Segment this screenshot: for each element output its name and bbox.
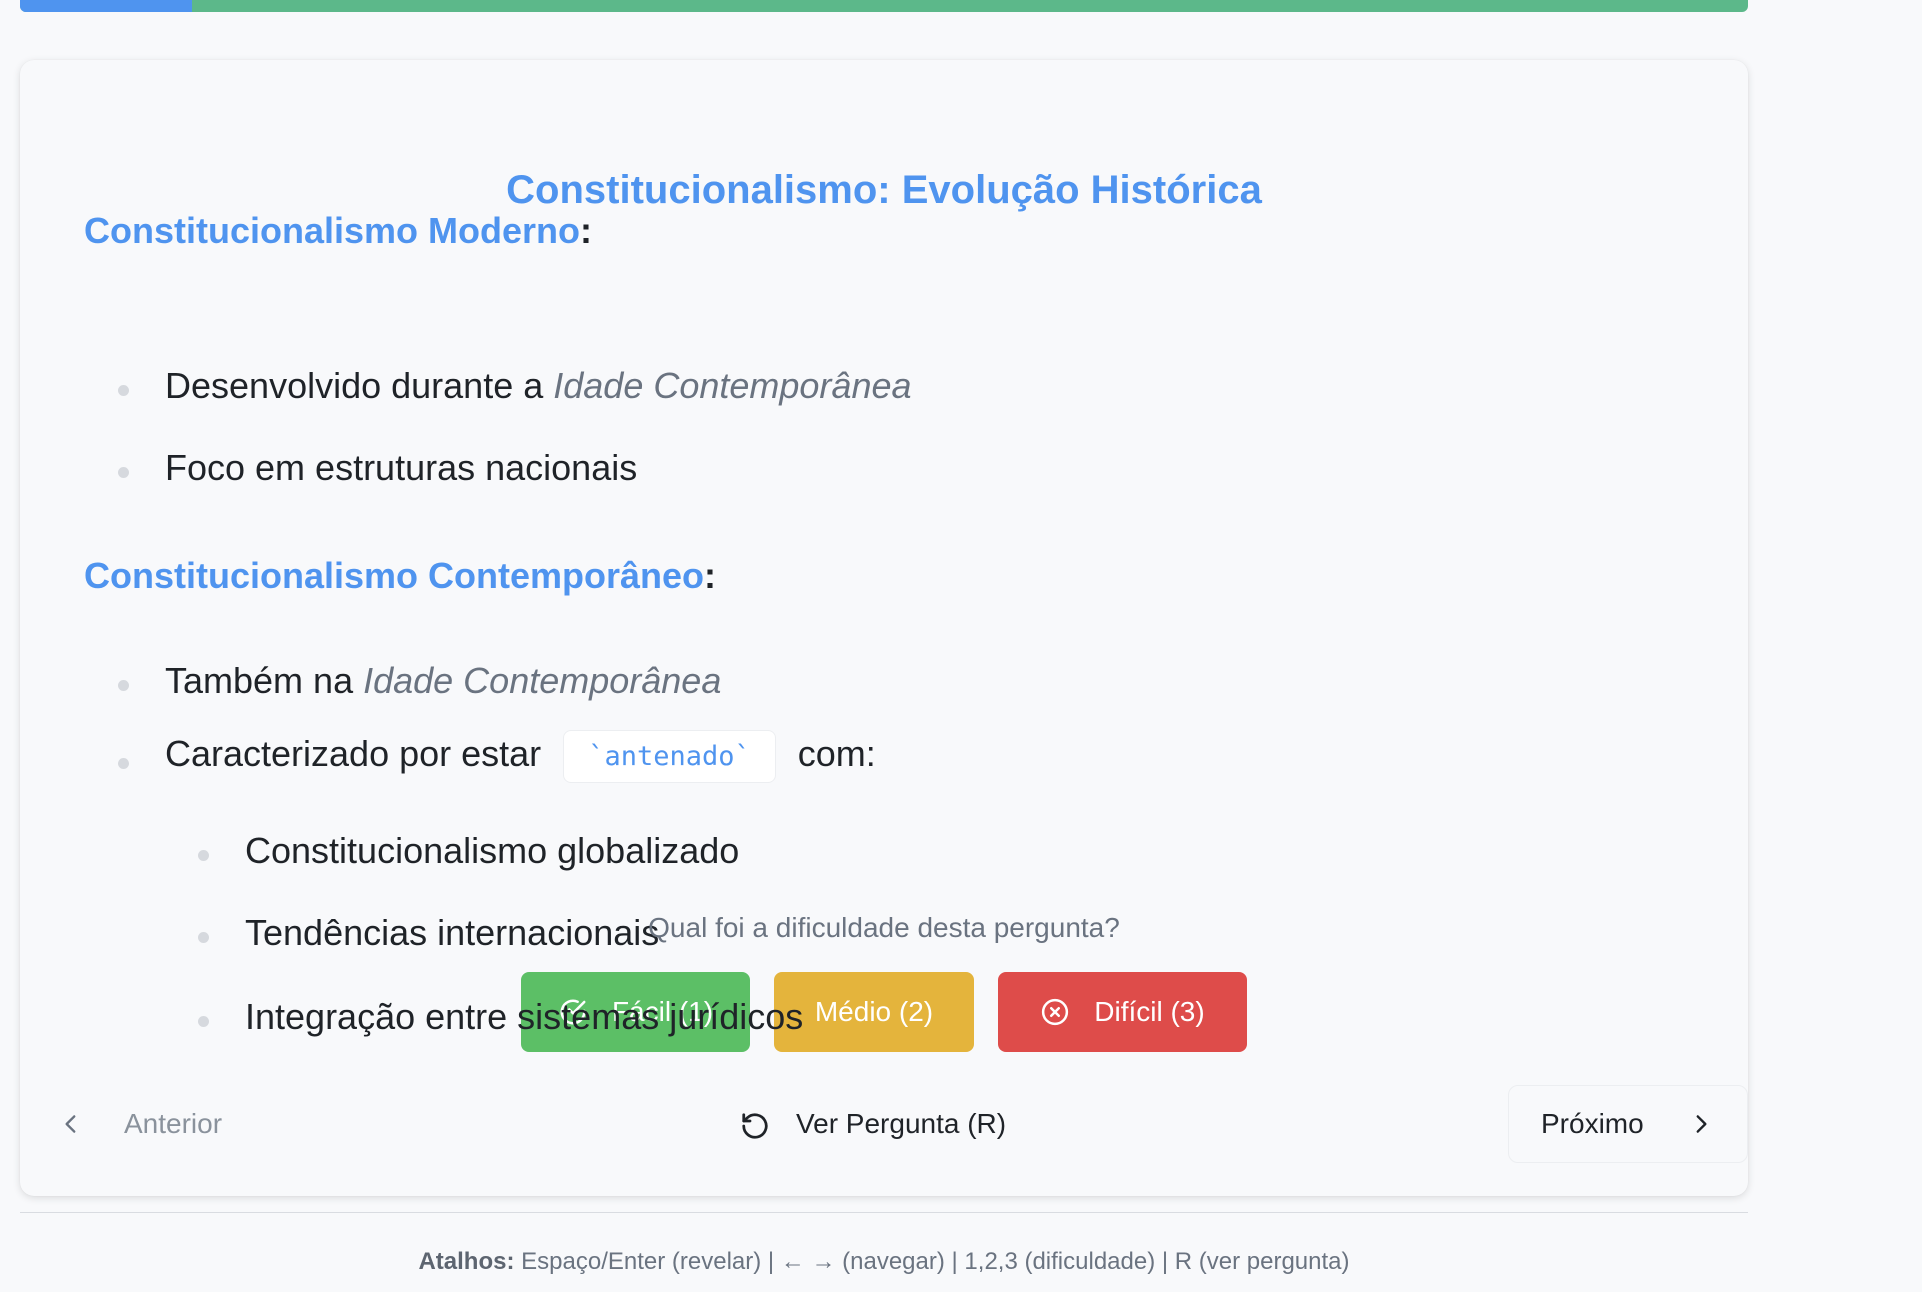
list-item: Desenvolvido durante a Idade Contemporân… xyxy=(118,365,912,407)
bullet-dot xyxy=(118,385,129,396)
medium-button-label: Médio (2) xyxy=(814,996,934,1027)
bullet-dot xyxy=(198,850,209,861)
list-item: Também na Idade Contemporânea xyxy=(118,660,721,702)
section-heading-modern: Constitucionalismo Moderno: xyxy=(84,210,593,251)
hard-button[interactable]: Difícil (3) xyxy=(998,972,1247,1052)
chevron-left-icon xyxy=(58,1111,84,1137)
x-circle-icon xyxy=(1040,997,1070,1027)
divider xyxy=(20,1212,1748,1213)
list-item: Caracterizado por estar `antenado` com: xyxy=(118,730,876,783)
difficulty-question: Qual foi a dificuldade desta pergunta? xyxy=(648,912,1120,943)
inline-code: `antenado` xyxy=(563,730,776,783)
previous-button[interactable]: Anterior xyxy=(20,1085,260,1163)
section-heading-contemporary: Constitucionalismo Contemporâneo: xyxy=(84,555,717,596)
card-title: Constitucionalismo: Evolução Histórica xyxy=(506,168,1262,212)
hard-button-label: Difícil (3) xyxy=(1094,996,1205,1027)
section-heading-modern-label: Constitucionalismo Moderno xyxy=(84,210,581,251)
shortcuts-text: Espaço/Enter (revelar) | ← → (navegar) |… xyxy=(514,1248,1350,1275)
progress-bar xyxy=(20,0,1748,12)
list-item: Integração entre sistemas jurídicos xyxy=(198,996,803,1038)
view-question-button-label: Ver Pergunta (R) xyxy=(796,1108,1007,1139)
rotate-ccw-icon xyxy=(740,1111,768,1139)
medium-button[interactable]: Médio (2) xyxy=(774,972,974,1052)
previous-button-label: Anterior xyxy=(124,1108,223,1139)
progress-fill xyxy=(20,0,192,12)
bullet-dot xyxy=(118,467,129,478)
list-item: Foco em estruturas nacionais xyxy=(118,447,637,489)
bullet-dot xyxy=(198,1016,209,1027)
bullet-dot xyxy=(118,758,129,769)
flashcard: Constitucionalismo: Evolução Histórica C… xyxy=(20,60,1748,1196)
list-item: Constitucionalismo globalizado xyxy=(198,830,739,872)
next-button-label: Próximo xyxy=(1541,1108,1644,1139)
keyboard-shortcuts: Atalhos: Espaço/Enter (revelar) | ← → (n… xyxy=(0,1248,1768,1276)
chevron-right-icon xyxy=(1688,1111,1714,1137)
section-heading-contemporary-label: Constitucionalismo Contemporâneo xyxy=(84,555,705,596)
view-question-button[interactable]: Ver Pergunta (R) xyxy=(740,1085,1080,1163)
next-button[interactable]: Próximo xyxy=(1508,1085,1748,1163)
bullet-dot xyxy=(118,680,129,691)
shortcuts-label: Atalhos: xyxy=(418,1248,515,1275)
